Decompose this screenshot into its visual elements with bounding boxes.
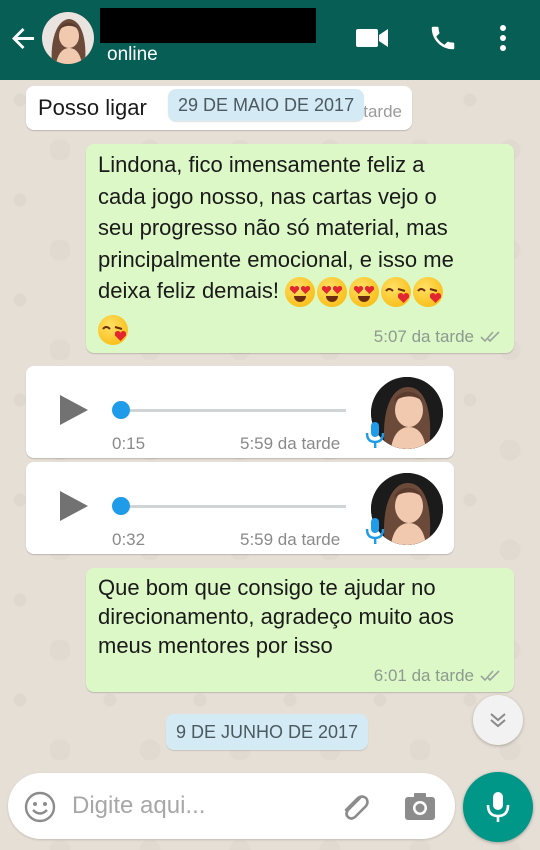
audio-seek-handle[interactable] — [112, 401, 130, 419]
record-voice-button[interactable] — [463, 772, 533, 842]
contact-avatar[interactable] — [42, 12, 94, 64]
mic-icon — [486, 792, 510, 822]
message-compose-bar — [8, 773, 455, 839]
message-body: Que bom que consigo te ajudar no direcio… — [98, 573, 454, 660]
message-text: Posso ligar — [38, 95, 147, 120]
chat-header: online — [0, 0, 540, 80]
message-body: Lindona, fico imensamente feliz a cada j… — [98, 149, 454, 345]
heart-eyes-emoji — [317, 277, 348, 308]
outgoing-message-bubble[interactable]: Lindona, fico imensamente feliz a cada j… — [86, 144, 514, 353]
kissing-heart-emoji — [413, 277, 444, 308]
message-time: 5:59 da tarde — [240, 434, 341, 453]
audio-seek-handle[interactable] — [112, 497, 130, 515]
voice-message-bubble[interactable]: 0:15 5:59 da tarde — [26, 366, 454, 458]
message-input[interactable] — [72, 785, 322, 827]
message-line: deixa feliz demais! — [98, 278, 279, 303]
date-separator: 9 DE JUNHO DE 2017 — [166, 714, 369, 750]
message-meta: 6:01 da tarde — [374, 666, 502, 686]
heart-eyes-emoji — [285, 277, 316, 308]
video-call-icon[interactable] — [355, 26, 389, 55]
outgoing-message-bubble[interactable]: Que bom que consigo te ajudar no direcio… — [86, 568, 514, 692]
more-vert-icon[interactable] — [498, 24, 508, 57]
scroll-down-button[interactable] — [473, 695, 523, 745]
message-time: 5:07 da tarde — [373, 327, 474, 346]
message-line: meus mentores por isso — [98, 633, 333, 658]
scroll-down-icon — [490, 713, 506, 728]
message-meta: 5:07 da tarde — [374, 327, 502, 347]
date-separator: 29 DE MAIO DE 2017 — [168, 89, 365, 121]
heart-eyes-emoji — [349, 277, 380, 308]
double-check-icon — [480, 670, 500, 682]
message-time: 6:01 da tarde — [373, 666, 474, 685]
emoji-icon[interactable] — [24, 791, 56, 828]
message-line: Lindona, fico imensamente feliz a — [98, 152, 425, 177]
message-line-with-emojis: deixa feliz demais! — [98, 275, 454, 309]
audio-duration: 0:32 — [112, 530, 146, 549]
message-line: direcionamento, agradeço muito aos — [98, 604, 454, 629]
message-time: tarde — [363, 102, 402, 121]
double-check-icon — [480, 331, 500, 343]
message-time: 5:59 da tarde — [240, 530, 341, 549]
kissing-heart-emoji — [98, 315, 128, 345]
audio-progress-track[interactable] — [118, 409, 346, 412]
audio-progress-track[interactable] — [118, 505, 346, 508]
back-arrow-icon[interactable] — [8, 22, 40, 54]
mic-icon — [364, 420, 386, 450]
contact-status: online — [107, 44, 158, 65]
kissing-heart-emoji — [381, 277, 412, 308]
audio-duration: 0:15 — [112, 434, 146, 453]
voice-message-bubble[interactable]: 0:32 5:59 da tarde — [26, 462, 454, 554]
message-line: cada jogo nosso, nas cartas vejo o — [98, 183, 437, 209]
message-line: seu progresso não só material, mas — [98, 215, 448, 240]
mic-icon — [364, 516, 386, 546]
camera-icon[interactable] — [404, 792, 436, 827]
message-line: Que bom que consigo te ajudar no — [98, 575, 436, 600]
attach-icon[interactable] — [338, 790, 372, 829]
phone-icon[interactable] — [428, 23, 458, 58]
contact-name-redacted — [100, 8, 316, 43]
play-icon[interactable] — [56, 489, 90, 523]
message-line: principalmente emocional, e isso me — [98, 246, 454, 272]
play-icon[interactable] — [56, 393, 90, 427]
